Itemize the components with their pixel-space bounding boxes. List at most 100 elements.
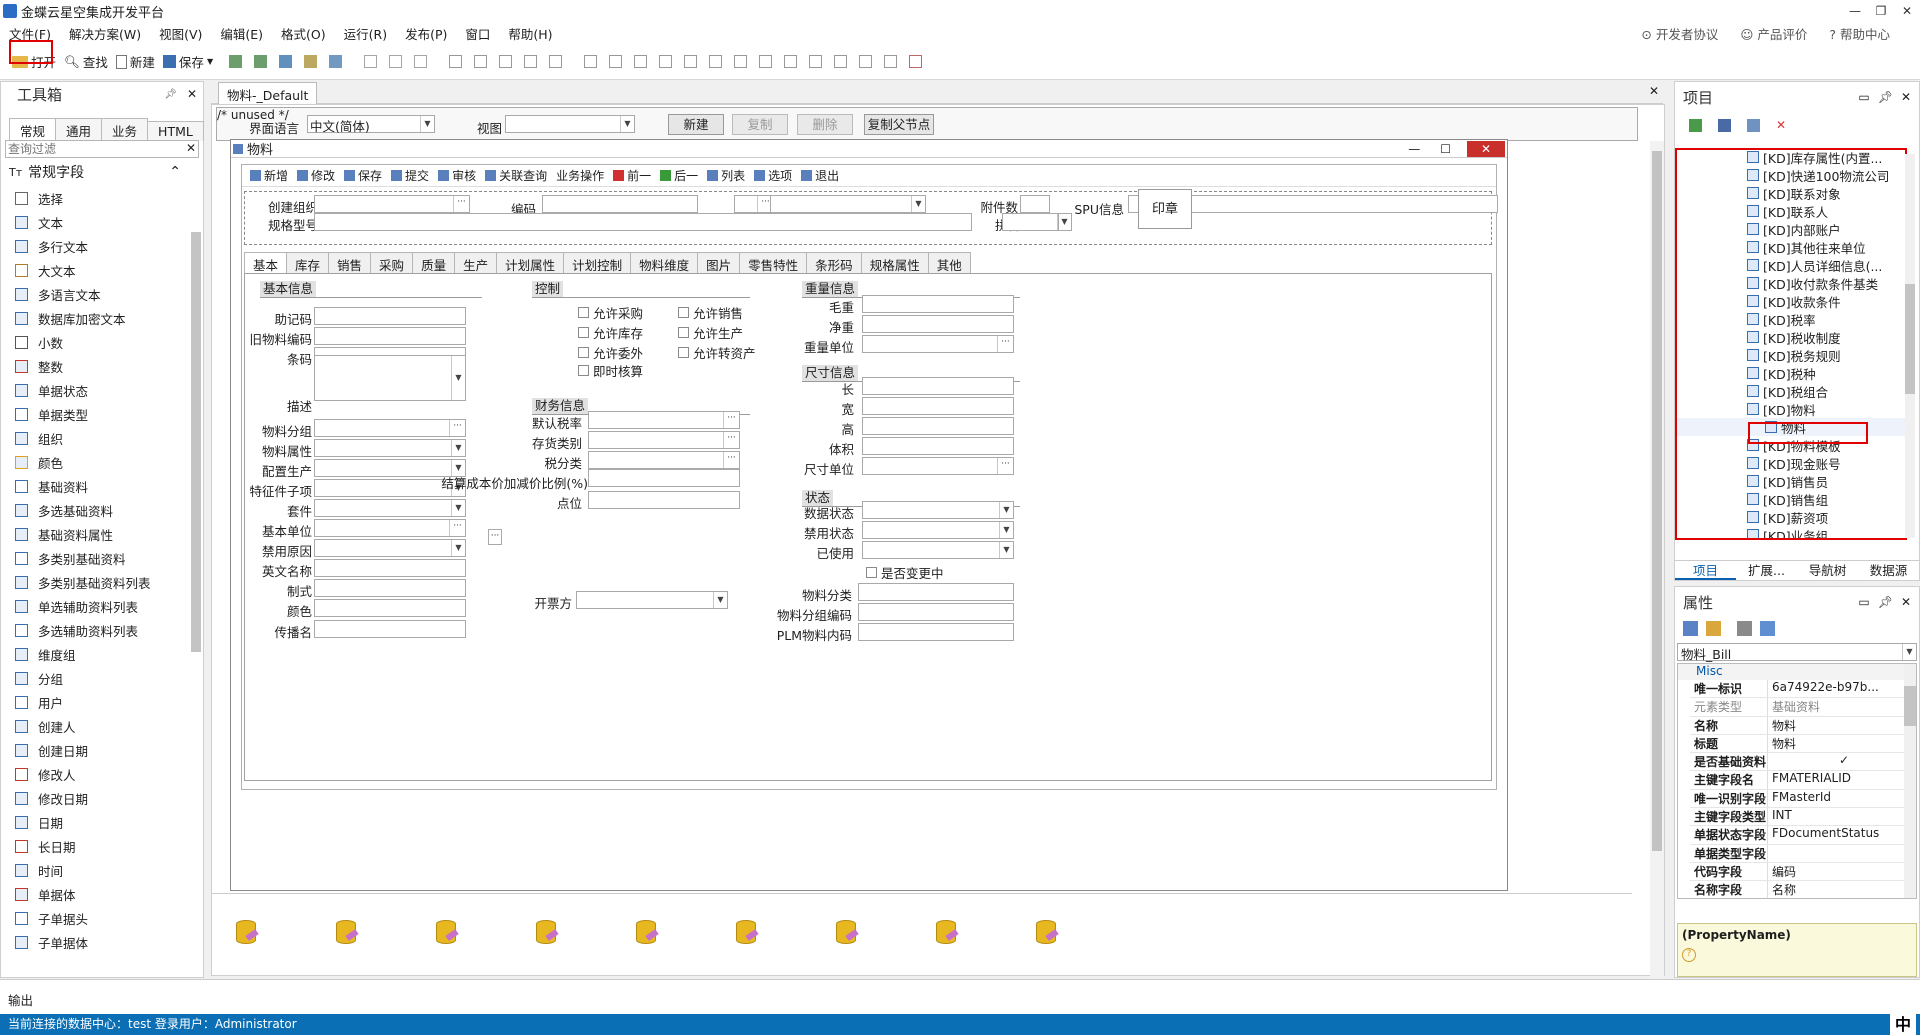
find-button[interactable]: 🔍︎ 查找 [60,50,112,74]
toolbox-item[interactable]: 子单据头 [1,906,203,930]
chevron-down-icon[interactable]: ▼ [999,502,1013,518]
form-tab[interactable]: 物料维度 [630,252,699,273]
toolbox-item[interactable]: 长日期 [1,834,203,858]
v-spacing-icon[interactable] [709,55,723,68]
control-checkbox[interactable]: 允许采购 [578,303,643,322]
form-tab[interactable]: 生产 [454,252,498,273]
form-tab[interactable]: 库存 [286,252,330,273]
datasource-icon[interactable] [1034,918,1060,948]
spacing-icon[interactable] [549,55,563,68]
project-tree-item[interactable]: [KD]税率 [1677,310,1905,328]
alphabetical-icon[interactable] [1706,620,1721,636]
project-tree-item[interactable]: [KD]薪资项 [1677,508,1905,526]
form-toolbar-button[interactable]: 审核 [438,167,476,184]
help-center-link[interactable]: ? 帮助中心 [1829,24,1890,43]
project-tree-item[interactable]: [KD]内部账户 [1677,220,1905,238]
weight-field-input[interactable]: ··· [862,335,1014,353]
lang-select[interactable]: 中文(简体) ▼ [307,115,435,134]
pinyin-dd[interactable]: ▼ [1057,213,1072,231]
property-category[interactable]: Misc [1678,664,1916,680]
datasource-icon[interactable] [934,918,960,948]
toolbox-tab-common[interactable]: 通用 [55,118,103,142]
minimize-panel-icon[interactable]: ▭ [1858,595,1869,609]
form-toolbar-button[interactable]: 业务操作 [556,167,604,184]
toolbox-item[interactable]: 用户 [1,690,203,714]
delete-icon[interactable]: ✕ [1776,118,1786,132]
toolbox-item[interactable]: 多语言文本 [1,282,203,306]
basic-field-input[interactable] [314,307,466,325]
project-tab[interactable]: 项目 [1675,561,1736,580]
attach-count-input[interactable] [1020,195,1050,213]
project-tree-item[interactable]: [KD]业务组 [1677,526,1905,538]
new-button[interactable]: 新建 [112,50,159,74]
property-row[interactable]: 标题 物料 [1690,734,1916,754]
close-panel-icon[interactable]: ✕ [1901,90,1911,104]
toolbox-item[interactable]: 单据体 [1,882,203,906]
property-row[interactable]: 名称字段 名称 [1690,881,1916,898]
toolbox-item[interactable]: 多选辅助资料列表 [1,618,203,642]
invoice-select[interactable]: ▼ [576,591,728,609]
project-tree-item[interactable]: [KD]物料 [1677,400,1905,418]
size-field-input[interactable] [862,377,1014,395]
property-row[interactable]: 单据类型字段 [1690,844,1916,863]
toolbox-item[interactable]: 颜色 [1,450,203,474]
lookup-button[interactable]: ··· [997,458,1013,474]
form-tab[interactable]: 计划控制 [563,252,632,273]
property-pages-icon[interactable] [1737,620,1752,636]
project-tree-item[interactable]: [KD]税收制度 [1677,328,1905,346]
toolbox-item[interactable]: 多行文本 [1,234,203,258]
datasource-icon[interactable] [634,918,660,948]
menu-edit[interactable]: 编辑(E) [211,24,272,43]
property-row[interactable]: 代码字段 编码 [1690,862,1916,882]
datasource-icon[interactable] [434,918,460,948]
project-tree-item[interactable]: [KD]税组合 [1677,382,1905,400]
control-checkbox[interactable]: 允许库存 [578,323,643,342]
form-tab[interactable]: 基本 [244,252,288,273]
v-distribute-icon[interactable] [684,55,698,68]
chevron-down-icon[interactable]: ▼ [911,196,925,212]
copy-icon[interactable] [1747,118,1760,132]
form-toolbar-button[interactable]: 前一 [613,167,651,184]
property-row[interactable]: 元素类型 基础资料 [1690,698,1916,717]
lookup-button[interactable]: ··· [997,336,1013,352]
toolbox-item[interactable]: 大文本 [1,258,203,282]
toolbox-item[interactable]: 基础资料 [1,474,203,498]
close-document-icon[interactable]: ✕ [1649,84,1659,98]
export-icon[interactable] [254,55,268,68]
close-toolbox-icon[interactable]: ✕ [187,87,197,101]
basic-field-input[interactable]: ··· [314,519,466,537]
toolbox-tab-business[interactable]: 业务 [101,118,149,142]
basic-field-input[interactable]: ▼ [314,439,466,457]
toolbox-tab-general[interactable]: 常规 [9,118,57,142]
control-checkbox[interactable]: 允许销售 [678,303,743,322]
align-top-icon[interactable] [609,55,623,68]
form-tab[interactable]: 销售 [328,252,372,273]
toolbox-item[interactable]: 文本 [1,210,203,234]
status-field-input[interactable]: ▼ [862,541,1014,559]
size-field-input[interactable] [862,437,1014,455]
size-field-input[interactable]: ··· [862,457,1014,475]
toolbox-item[interactable]: 时间 [1,858,203,882]
lookup-button[interactable]: ··· [449,420,465,436]
toolbox-item[interactable]: 创建日期 [1,738,203,762]
editor-scrollbar[interactable] [1650,141,1664,977]
property-row[interactable]: 唯一标识 6a74922e-b97b... [1690,680,1916,699]
project-tree-item[interactable]: [KD]库存属性(内置... [1677,150,1905,166]
datasource-icon[interactable] [234,918,260,948]
refresh-icon[interactable] [1689,118,1702,132]
toolbox-item[interactable]: 小数 [1,330,203,354]
form-close-icon[interactable]: ✕ [1467,140,1505,157]
menu-format[interactable]: 格式(O) [272,24,335,43]
redo-icon[interactable] [389,55,403,68]
code-input[interactable] [542,195,698,213]
toolbox-item[interactable]: 单选辅助资料列表 [1,594,203,618]
minimize-panel-icon[interactable]: ▭ [1858,90,1869,104]
project-tree-item[interactable]: [KD]联系人 [1677,202,1905,220]
form-toolbar-button[interactable]: 修改 [297,167,335,184]
size-field-input[interactable] [862,397,1014,415]
weight-field-input[interactable] [862,295,1014,313]
project-tab[interactable]: 扩展... [1736,561,1797,580]
property-row[interactable]: 单据状态字段 FDocumentStatus [1690,826,1916,845]
pin-icon[interactable]: 📌︎ [1878,90,1893,104]
project-scrollbar[interactable] [1905,154,1915,538]
